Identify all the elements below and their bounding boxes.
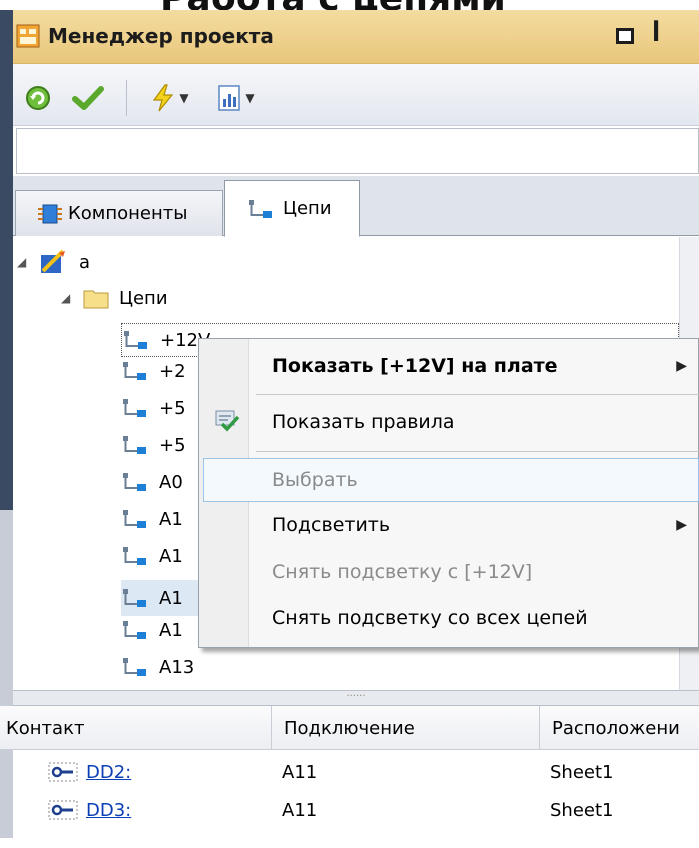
chevron-right-icon: ▶ (676, 358, 687, 374)
tree-item-label: A1 (159, 587, 183, 609)
tree-folder-label: Цепи (119, 287, 168, 309)
tree-root-label: а (79, 251, 91, 273)
tree-item-net[interactable]: A0 (121, 471, 183, 493)
menu-item-select[interactable]: Выбрать (250, 458, 699, 502)
net-icon (123, 658, 146, 676)
menu-item-label: Снять подсветку с [+12V] (272, 561, 533, 583)
check-icon (72, 86, 104, 110)
chevron-down-icon: ◢ (17, 255, 27, 269)
toolbar-separator (126, 80, 127, 116)
pin-connector-icon (48, 800, 78, 820)
page-heading-text: Работа с цепями (160, 0, 506, 10)
refresh-icon (26, 86, 50, 110)
net-icon (123, 473, 146, 491)
menu-item-label: Снять подсветку со всех цепей (272, 607, 588, 629)
chevron-right-icon: ▶ (676, 517, 687, 533)
page-heading: Работа с цепями (0, 0, 699, 10)
net-icon (123, 547, 146, 565)
tree-item-label: A1 (159, 508, 183, 530)
tree-root[interactable]: ◢ а (17, 249, 90, 275)
net-icon (123, 510, 146, 528)
tree-item-net[interactable]: A1 (121, 508, 183, 530)
search-input[interactable] (16, 128, 699, 174)
tree-item-net[interactable]: +5 (121, 434, 186, 456)
menu-item-highlight-submenu[interactable]: Подсветить ▶ (250, 503, 699, 547)
tree-item-label: A1 (159, 619, 183, 641)
contact-link[interactable]: DD2: (86, 762, 131, 783)
table-row[interactable]: DD2: (48, 754, 131, 790)
menu-separator (256, 394, 699, 395)
report-icon (218, 85, 241, 111)
menu-item-clear-highlight[interactable]: Снять подсветку с [+12V] (250, 550, 699, 594)
chevron-down-icon: ▼ (179, 91, 189, 105)
menu-item-show-on-board[interactable]: Показать [+12V] на плате ▶ (250, 344, 699, 388)
menu-item-label: Показать [+12V] на плате (272, 355, 558, 377)
location-cell: Sheet1 (550, 799, 614, 821)
tree-item-label: +5 (159, 397, 186, 419)
apply-button[interactable] (68, 80, 108, 116)
lightning-icon (153, 84, 174, 112)
chevron-down-icon: ▼ (245, 91, 255, 105)
tab-nets-label: Цепи (283, 198, 332, 219)
net-icon (123, 362, 146, 380)
net-icon (249, 199, 272, 218)
net-icon (123, 436, 146, 454)
column-header-connection[interactable]: Подключение (272, 706, 540, 750)
menu-item-show-rules[interactable]: Показать правила (250, 400, 699, 444)
panel-splitter[interactable]: ······ (13, 690, 699, 706)
background-stripe-lower (0, 510, 13, 838)
column-header-location[interactable]: Расположени (540, 706, 699, 750)
tree-item-net-selected[interactable]: A1 (121, 580, 201, 616)
tree-item-net[interactable]: A13 (121, 656, 194, 678)
menu-item-label: Подсветить (272, 514, 391, 536)
tree-folder-nets[interactable]: ◢ Цепи (61, 287, 168, 309)
net-icon (124, 331, 147, 349)
connection-cell: A11 (282, 799, 318, 821)
menu-item-label: Показать правила (272, 411, 455, 433)
pin-connector-icon (48, 762, 78, 782)
project-icon (41, 249, 65, 273)
net-icon (123, 399, 146, 417)
menu-item-label: Выбрать (272, 469, 358, 491)
net-icon (123, 621, 146, 639)
tree-item-label: +5 (159, 434, 186, 456)
tab-components[interactable]: Компоненты (15, 190, 223, 236)
contact-link[interactable]: DD3: (86, 800, 131, 821)
pin-button[interactable]: ꟾ (652, 22, 660, 47)
tree-item-label: +2 (159, 360, 186, 382)
project-manager-icon (16, 24, 40, 48)
tab-nets[interactable]: Цепи (224, 180, 360, 237)
tree-item-label: A1 (159, 545, 183, 567)
lightning-dropdown-button[interactable]: ▼ (142, 80, 198, 116)
menu-separator (256, 451, 699, 452)
tree-item-net[interactable]: +5 (121, 397, 186, 419)
chevron-down-icon: ◢ (61, 291, 71, 305)
tree-item-label: A13 (159, 656, 195, 678)
rules-icon (215, 410, 240, 432)
net-icon (123, 589, 146, 607)
refresh-button[interactable] (20, 80, 56, 116)
panel-title: Менеджер проекта (48, 24, 274, 48)
folder-icon (83, 290, 109, 309)
tree-item-label: A0 (159, 471, 183, 493)
report-dropdown-button[interactable]: ▼ (208, 80, 264, 116)
float-window-button[interactable] (616, 28, 634, 44)
tab-components-label: Компоненты (68, 203, 188, 224)
column-header-contact[interactable]: Контакт (0, 706, 272, 750)
panel-toolbar (13, 64, 699, 126)
tree-item-net[interactable]: A1 (121, 545, 183, 567)
connection-cell: A11 (282, 761, 318, 783)
location-cell: Sheet1 (550, 761, 614, 783)
tree-item-net[interactable]: +2 (121, 360, 186, 382)
components-icon (38, 204, 62, 223)
tree-item-net[interactable]: A1 (121, 619, 183, 641)
table-row[interactable]: DD3: (48, 792, 131, 828)
menu-item-clear-all-highlight[interactable]: Снять подсветку со всех цепей (250, 596, 699, 640)
